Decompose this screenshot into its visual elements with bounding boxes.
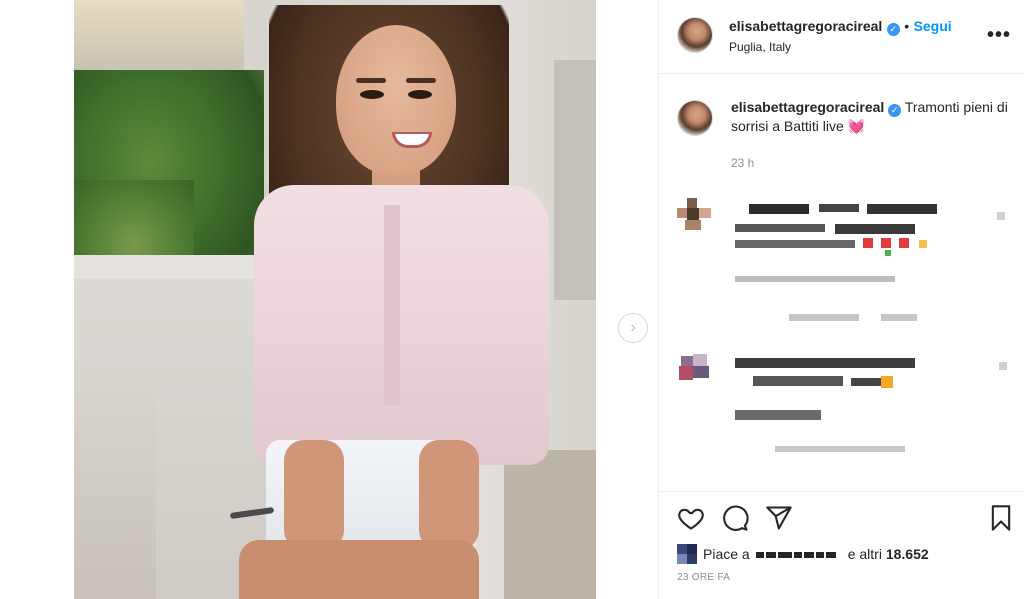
likes-prefix: Piace a [703, 546, 750, 562]
author-line: elisabettagregoracireal ✓ • Segui [729, 18, 952, 36]
post-timestamp[interactable]: 23 ORE FA [677, 572, 730, 583]
photo-person-shirt [254, 185, 549, 465]
photo-sofa [74, 380, 156, 599]
photo-person-shirt-placket [384, 205, 400, 405]
photo-person-arm [284, 440, 344, 550]
likes-count[interactable]: 18.652 [886, 546, 929, 562]
more-options-icon[interactable]: ••• [987, 24, 1011, 47]
verified-badge-icon: ✓ [888, 104, 902, 117]
photo-person-brow [356, 78, 386, 83]
chevron-right-icon: › [630, 319, 636, 336]
caption-text-block: elisabettagregoracireal ✓ Tramonti pieni… [731, 98, 1011, 136]
heart-emoji-icon: 💓 [847, 118, 866, 134]
liker-username-redacted[interactable] [755, 546, 838, 562]
heart-icon[interactable] [677, 504, 705, 532]
post-location[interactable]: Puglia, Italy [729, 40, 791, 54]
author-avatar[interactable] [677, 17, 713, 53]
photo-person-eye [408, 90, 432, 99]
verified-badge-icon: ✓ [886, 23, 900, 36]
author-username[interactable]: elisabettagregoracireal [729, 18, 882, 34]
post-action-bar: Piace a e altri 18.652 23 ORE FA [659, 491, 1024, 599]
photo-person-legs [239, 540, 479, 599]
post-side-panel: elisabettagregoracireal ✓ • Segui Puglia… [658, 0, 1024, 599]
follow-button[interactable]: Segui [914, 18, 952, 34]
photo-person-arm [419, 440, 479, 550]
comment-avatar-redacted[interactable] [677, 352, 713, 388]
likes-line: Piace a e altri 18.652 [677, 544, 929, 564]
likes-suffix: e altri [847, 546, 882, 562]
share-icon[interactable] [765, 504, 793, 532]
photo-person-eye [360, 90, 384, 99]
caption-username[interactable]: elisabettagregoracireal [731, 99, 884, 115]
post-header: elisabettagregoracireal ✓ • Segui Puglia… [659, 0, 1024, 74]
caption-time[interactable]: 23 h [731, 156, 754, 170]
caption-avatar[interactable] [677, 100, 713, 136]
header-separator: • [904, 18, 910, 34]
photo-person-face [336, 25, 456, 175]
photo-window [554, 60, 596, 300]
photo-floor [504, 450, 596, 599]
post-photo[interactable] [74, 0, 596, 599]
liker-avatar-redacted[interactable] [677, 544, 697, 564]
comment-avatar-redacted[interactable] [677, 198, 713, 234]
next-photo-button[interactable]: › [618, 313, 648, 343]
post-media-area: › [0, 0, 658, 599]
photo-person-brow [406, 78, 436, 83]
comment-icon[interactable] [721, 504, 749, 532]
bookmark-icon[interactable] [987, 504, 1015, 532]
